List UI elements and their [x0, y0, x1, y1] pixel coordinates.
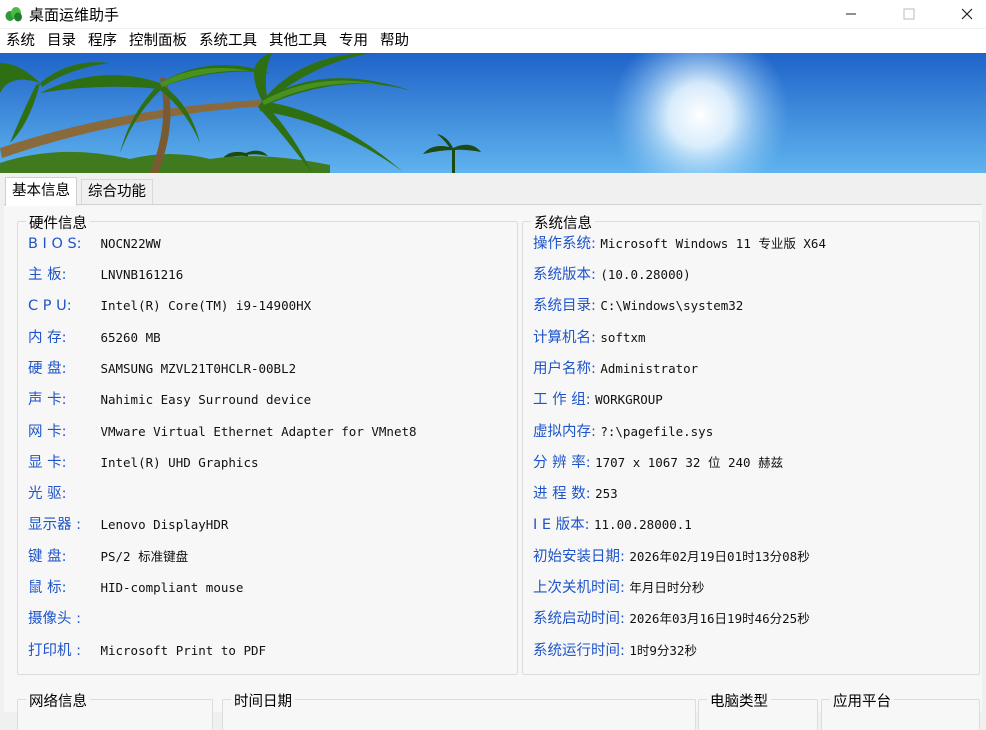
sys-row-ie-version: I E 版本: 11.00.28000.1	[533, 517, 692, 533]
datetime-group: 时间日期	[222, 690, 696, 730]
sys-row-resolution: 分 辨 率: 1707 x 1067 32 位 240 赫兹	[533, 455, 784, 471]
hw-row-sound: 声 卡: Nahimic Easy Surround device	[28, 392, 312, 408]
hardware-info-group: 硬件信息 B I O S: NOCN22WW 主 板: LNVNB161216 …	[17, 212, 518, 675]
hw-row-disk: 硬 盘: SAMSUNG MZVL21T0HCLR-00BL2	[28, 361, 297, 377]
app-leaf-icon	[5, 6, 23, 22]
sys-row-os: 操作系统: Microsoft Windows 11 专业版 X64	[533, 236, 826, 252]
hw-row-mouse: 鼠 标: HID-compliant mouse	[28, 580, 244, 596]
minimize-icon	[845, 8, 857, 20]
title-bar: 桌面运维助手	[0, 0, 986, 28]
window-title: 桌面运维助手	[29, 6, 120, 24]
sys-row-boot-time: 系统启动时间: 2026年03月16日19时46分25秒	[533, 611, 810, 627]
hardware-group-title: 硬件信息	[26, 212, 90, 233]
computer-type-group: 电脑类型	[698, 690, 818, 730]
hw-row-keyboard: 键 盘: PS/2 标准键盘	[28, 549, 189, 565]
sys-row-computer-name: 计算机名: softxm	[533, 330, 646, 346]
close-icon	[961, 8, 973, 20]
sys-row-virtual-memory: 虚拟内存: ?:\pagefile.sys	[533, 424, 714, 440]
sys-row-process-count: 进 程 数: 253	[533, 486, 618, 502]
sys-row-version: 系统版本: (10.0.28000)	[533, 267, 691, 283]
hw-row-motherboard: 主 板: LNVNB161216	[28, 267, 184, 283]
tab-strip: 基本信息 综合功能	[0, 173, 986, 206]
maximize-icon	[903, 8, 915, 20]
menu-item-system[interactable]: 系统	[0, 29, 41, 53]
tab-functions[interactable]: 综合功能	[81, 179, 153, 205]
network-info-group: 网络信息	[17, 690, 213, 730]
system-group-title: 系统信息	[531, 212, 595, 233]
sys-row-last-shutdown: 上次关机时间: 年月日时分秒	[533, 580, 705, 596]
beach-banner-image	[0, 53, 986, 173]
app-platform-group: 应用平台	[821, 690, 980, 730]
sys-row-workgroup: 工 作 组: WORKGROUP	[533, 392, 663, 408]
menu-item-help[interactable]: 帮助	[374, 29, 415, 53]
hw-row-bios: B I O S: NOCN22WW	[28, 236, 161, 252]
menu-item-control-panel[interactable]: 控制面板	[123, 29, 193, 53]
hw-row-cpu: C P U: Intel(R) Core(TM) i9-14900HX	[28, 298, 312, 314]
hw-row-optical: 光 驱:	[28, 486, 67, 502]
menu-item-special[interactable]: 专用	[333, 29, 374, 53]
menu-item-other-tools[interactable]: 其他工具	[263, 29, 333, 53]
sys-row-user-name: 用户名称: Administrator	[533, 361, 699, 377]
menu-item-directory[interactable]: 目录	[41, 29, 82, 53]
datetime-group-title: 时间日期	[231, 690, 295, 711]
maximize-button[interactable]	[886, 0, 932, 28]
menu-item-system-tools[interactable]: 系统工具	[193, 29, 263, 53]
hw-row-graphics: 显 卡: Intel(R) UHD Graphics	[28, 455, 259, 471]
hw-row-printer: 打印机 : Microsoft Print to PDF	[28, 643, 267, 659]
menu-item-programs[interactable]: 程序	[82, 29, 123, 53]
network-group-title: 网络信息	[26, 690, 90, 711]
sys-row-install-date: 初始安装日期: 2026年02月19日01时13分08秒	[533, 549, 810, 565]
computer-type-group-title: 电脑类型	[707, 690, 771, 711]
hw-row-camera: 摄像头 :	[28, 611, 81, 627]
close-button[interactable]	[944, 0, 986, 28]
sys-row-directory: 系统目录: C:\Windows\system32	[533, 298, 744, 314]
sys-row-uptime: 系统运行时间: 1时9分32秒	[533, 643, 697, 659]
hw-row-memory: 内 存: 65260 MB	[28, 330, 161, 346]
hw-row-network: 网 卡: VMware Virtual Ethernet Adapter for…	[28, 424, 417, 440]
minimize-button[interactable]	[828, 0, 874, 28]
app-platform-group-title: 应用平台	[830, 690, 894, 711]
menu-bar: 系统 目录 程序 控制面板 系统工具 其他工具 专用 帮助	[0, 29, 986, 53]
tab-basic-info[interactable]: 基本信息	[5, 177, 77, 206]
hw-row-monitor: 显示器 : Lenovo DisplayHDR	[28, 517, 229, 533]
tab-content-panel: 硬件信息 B I O S: NOCN22WW 主 板: LNVNB161216 …	[4, 204, 982, 730]
system-info-group: 系统信息 操作系统: Microsoft Windows 11 专业版 X64 …	[522, 212, 980, 675]
